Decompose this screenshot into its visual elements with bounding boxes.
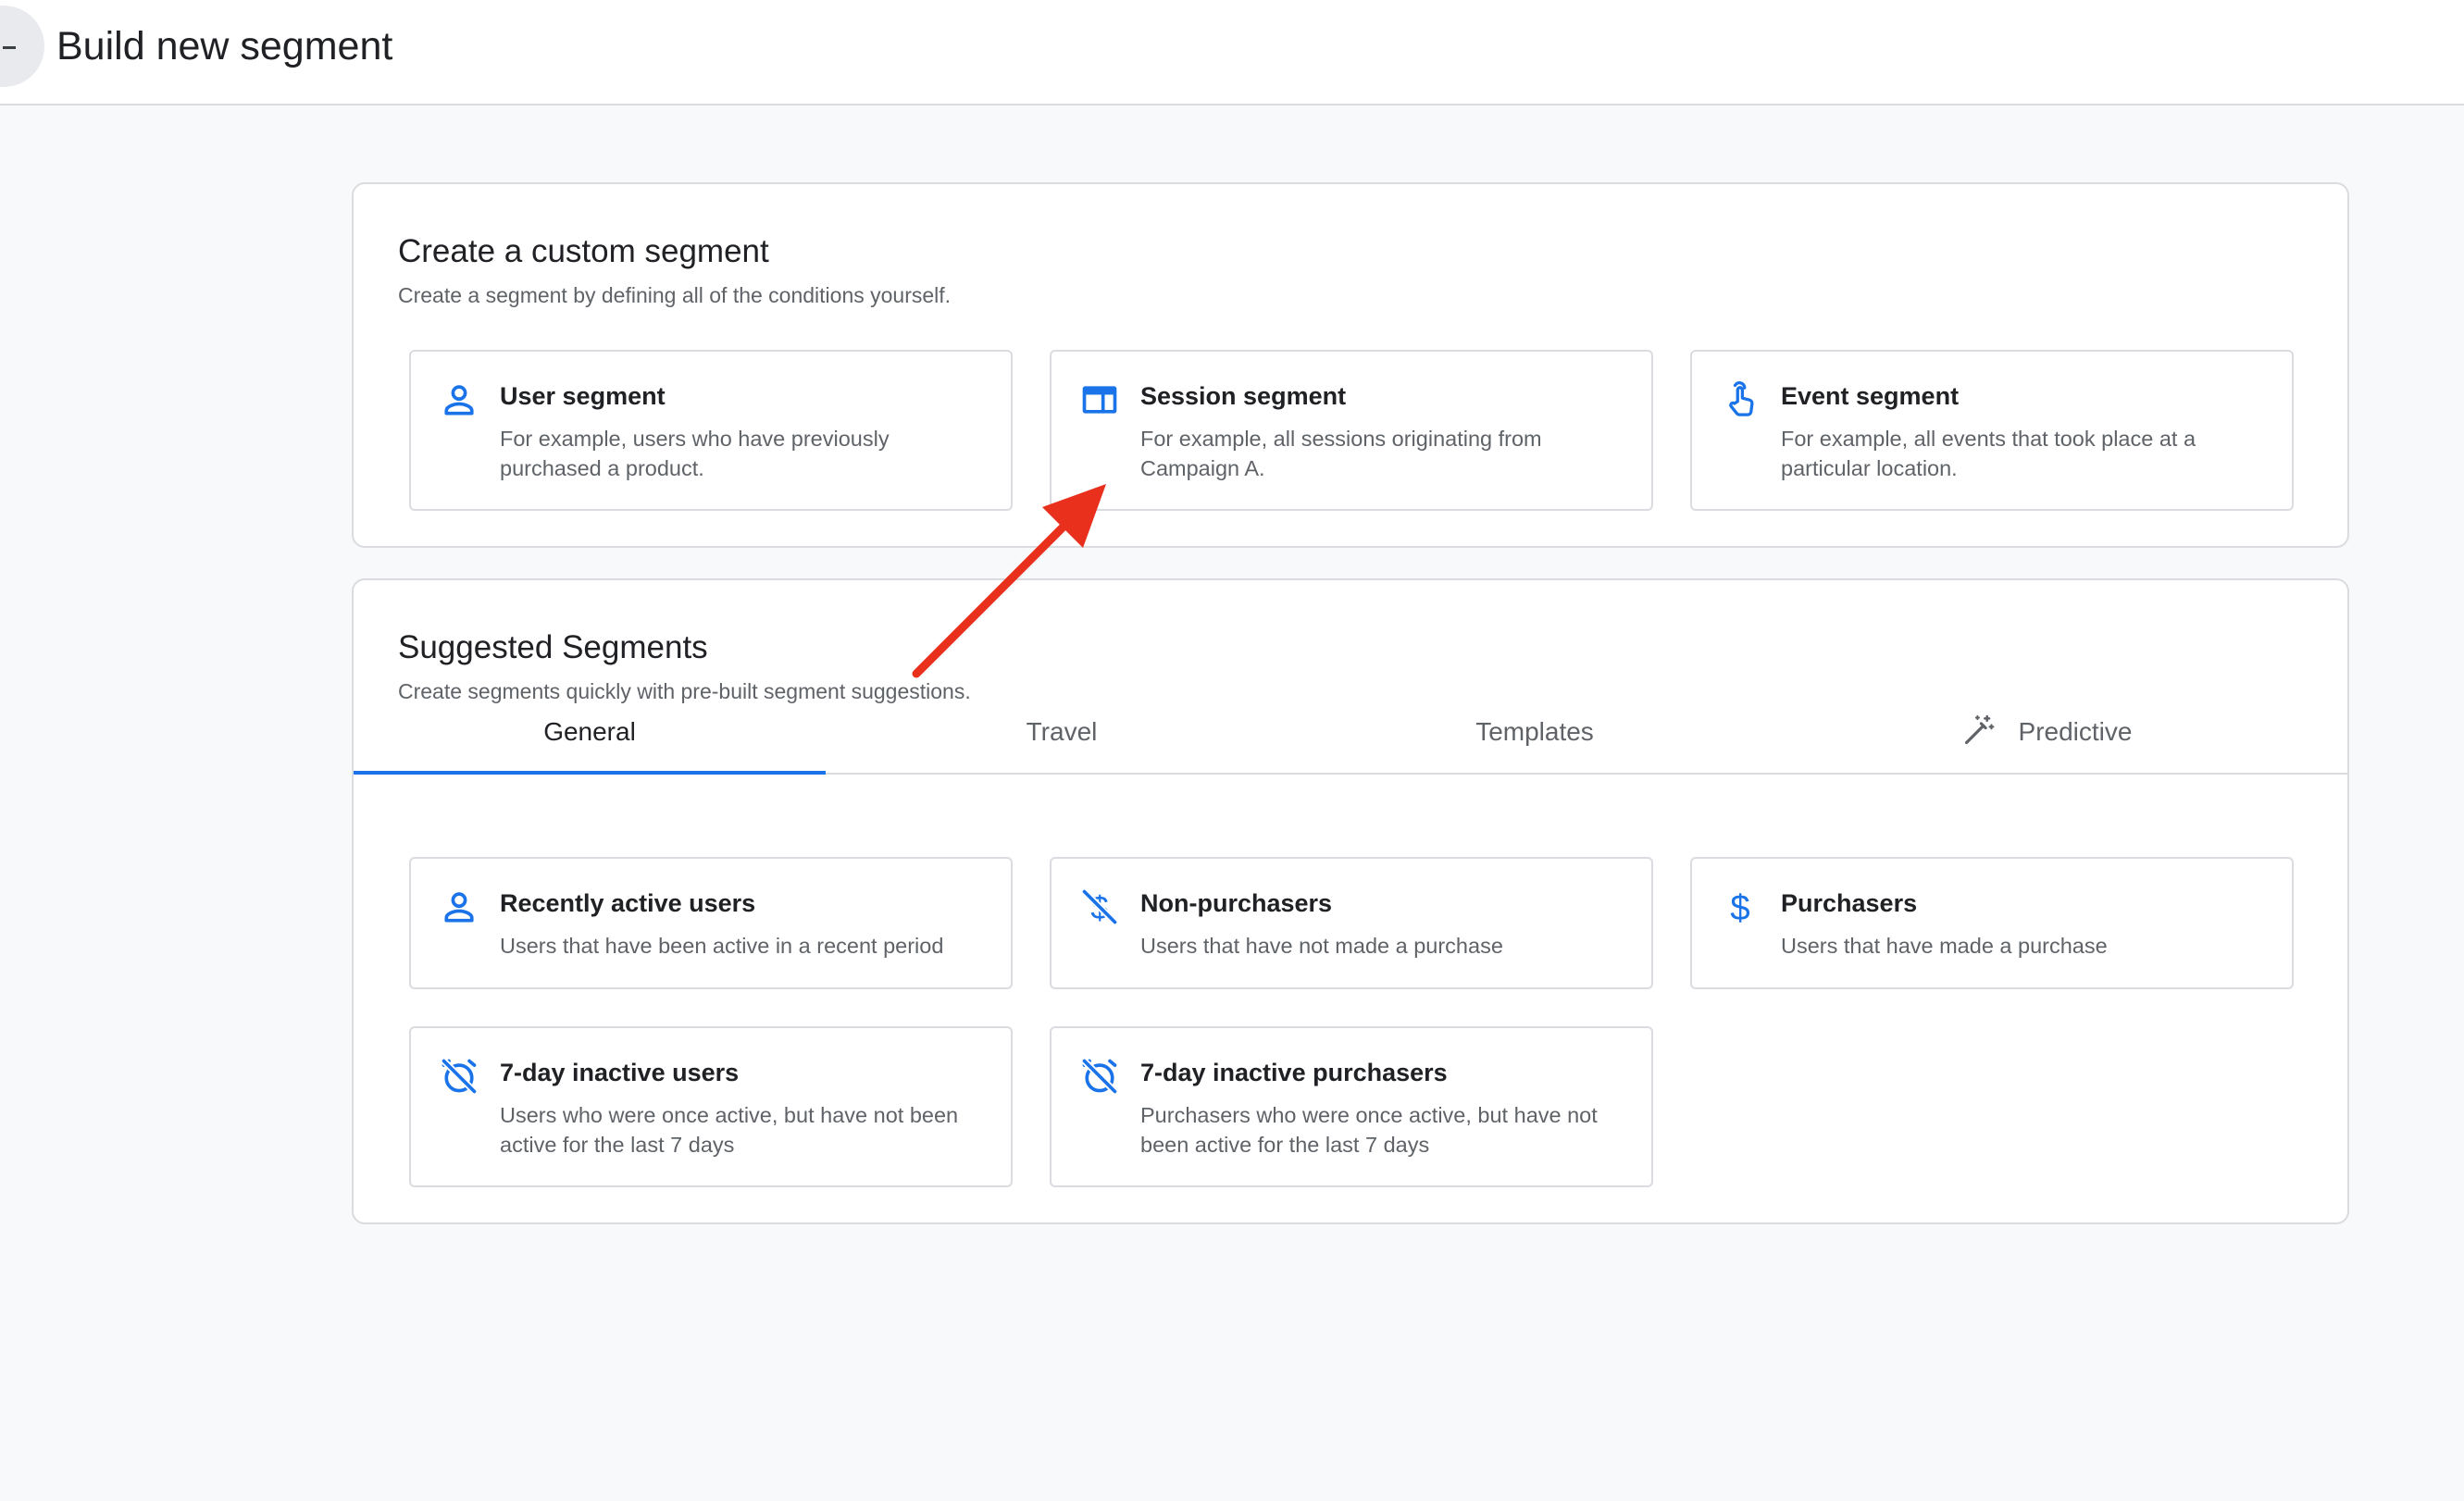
back-icon [3, 46, 16, 49]
tile-description: Users that have made a purchase [1781, 934, 2108, 958]
person-icon [444, 892, 474, 923]
tab-label: Predictive [2018, 717, 2133, 746]
tile-description: For example, users who have previously p… [500, 427, 890, 480]
non-purchasers-tile[interactable]: $ Non-purchasers Users that have not mad… [1050, 857, 1653, 989]
seven-day-inactive-purchasers-tile[interactable]: 7-day inactive purchasers Purchasers who… [1050, 1026, 1653, 1187]
custom-segment-title: Create a custom segment [398, 233, 769, 269]
suggested-segments-title: Suggested Segments [398, 629, 708, 665]
active-tab-indicator [354, 771, 826, 775]
tab-label: Templates [1475, 717, 1594, 746]
tile-title: Session segment [1140, 382, 1347, 410]
tile-title: Purchasers [1781, 889, 1918, 917]
tab-label: General [543, 717, 636, 746]
tile-title: 7-day inactive users [500, 1059, 740, 1086]
touch-icon [1729, 381, 1754, 416]
alarm-off-icon [441, 1058, 478, 1095]
money-off-icon: $ [1081, 888, 1118, 926]
person-icon [444, 385, 474, 416]
alarm-off-icon [1081, 1058, 1118, 1095]
tab-general[interactable]: General [354, 691, 826, 775]
session-icon [1082, 386, 1117, 414]
custom-segment-subtitle: Create a segment by defining all of the … [398, 283, 952, 307]
tab-predictive[interactable]: Predictive [1811, 691, 2283, 773]
tab-label: Travel [1026, 717, 1098, 746]
tile-description: For example, all sessions originating fr… [1140, 427, 1542, 480]
tile-title: Recently active users [500, 889, 756, 917]
event-segment-tile[interactable]: Event segment For example, all events th… [1690, 350, 2294, 511]
svg-text:$: $ [1730, 888, 1749, 927]
suggested-segments-card: Suggested Segments Create segments quick… [352, 578, 2349, 1224]
tile-title: User segment [500, 382, 666, 410]
tile-description: For example, all events that took place … [1781, 427, 2196, 480]
tab-travel[interactable]: Travel [826, 691, 1298, 773]
top-bar: Build new segment [0, 0, 2464, 105]
magic-wand-icon [1964, 714, 1994, 744]
tab-templates[interactable]: Templates [1299, 691, 1771, 773]
session-segment-tile[interactable]: Session segment For example, all session… [1050, 350, 1653, 511]
tile-description: Users that have been active in a recent … [500, 934, 944, 958]
back-button[interactable] [0, 6, 44, 87]
tile-title: 7-day inactive purchasers [1140, 1059, 1448, 1086]
tile-description: Users that have not made a purchase [1140, 934, 1503, 958]
tile-description: Purchasers who were once active, but hav… [1140, 1103, 1598, 1157]
custom-segment-card: Create a custom segment Create a segment… [352, 182, 2349, 548]
tile-description: Users who were once active, but have not… [500, 1103, 959, 1157]
tile-title: Non-purchasers [1140, 889, 1333, 917]
seven-day-inactive-users-tile[interactable]: 7-day inactive users Users who were once… [409, 1026, 1013, 1187]
purchasers-tile[interactable]: $ Purchasers Users that have made a purc… [1690, 857, 2294, 989]
recently-active-users-tile[interactable]: Recently active users Users that have be… [409, 857, 1013, 989]
segment-tabs: General Travel Templates Predictive [354, 691, 2347, 775]
dollar-icon: $ [1730, 888, 1749, 927]
user-segment-tile[interactable]: User segment For example, users who have… [409, 350, 1013, 511]
tile-title: Event segment [1781, 382, 1960, 410]
page-title: Build new segment [56, 24, 393, 68]
